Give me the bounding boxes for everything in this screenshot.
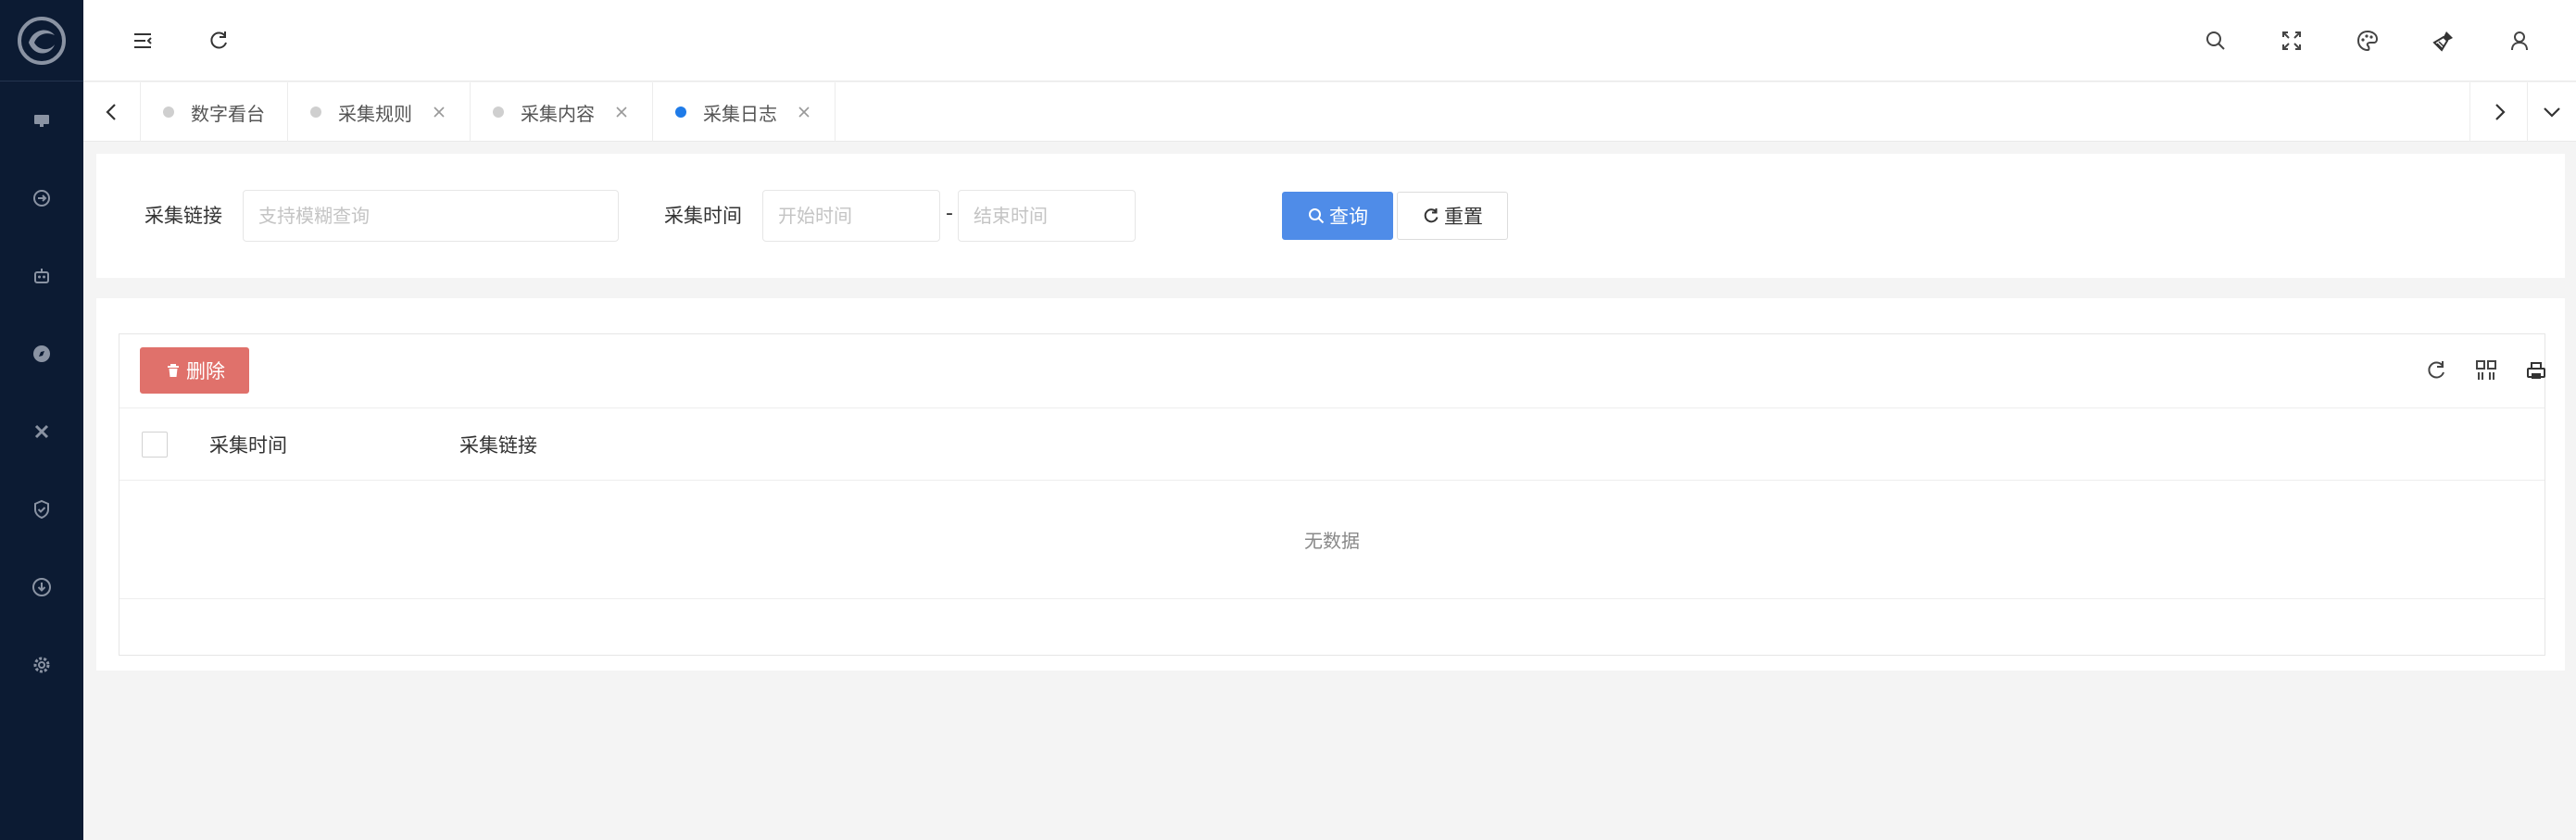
brush-icon [2432,31,2453,52]
chevron-left-icon [105,104,116,120]
tab-list: 数字看台 采集规则 采集内容 采集日志 [141,82,836,142]
compass-icon [33,345,50,362]
top-header [83,0,2576,81]
robot-icon [34,269,49,283]
tab-scroll-left-button[interactable] [83,82,141,142]
logo-icon [18,16,66,65]
table-toolbar: 删除 [119,334,2545,408]
empty-state: 无数据 [119,481,2545,599]
user-button[interactable] [2499,20,2540,61]
table-panel: 删除 采集时间 采集链接 无数据 [96,298,2565,671]
shield-check-icon [34,499,49,520]
tab-scroll-right-button[interactable] [2469,82,2527,142]
theme-button[interactable] [2347,20,2388,61]
palette-icon [2356,30,2379,52]
tab-label: 采集日志 [703,102,777,125]
menu-fold-button[interactable] [122,20,163,61]
query-button-label: 查询 [1329,206,1368,228]
sidebar [0,0,83,840]
chevron-down-icon [2544,107,2560,118]
tab-close-button[interactable] [431,104,447,120]
fullscreen-icon [2282,31,2301,50]
tab-options-dropdown[interactable] [2527,82,2576,142]
reset-button[interactable]: 重置 [1397,192,1508,240]
tab-collect-content[interactable]: 采集内容 [471,82,653,142]
link-label: 采集链接 [145,205,222,227]
sidebar-item-robot[interactable] [0,237,83,315]
tab-label: 采集内容 [521,102,595,125]
close-icon [798,107,810,118]
trash-icon [168,364,179,377]
tools-icon [34,424,49,439]
user-icon [2511,31,2528,51]
logo[interactable] [0,0,83,81]
sidebar-item-tools[interactable] [0,393,83,470]
tab-close-button[interactable] [796,104,812,120]
refresh-button[interactable] [198,20,239,61]
column-header-time: 采集时间 [209,434,287,457]
column-header-link: 采集链接 [459,434,537,457]
fullscreen-button[interactable] [2271,20,2312,61]
link-icon [33,190,50,207]
header-search-button[interactable] [2195,20,2236,61]
refresh-icon [1424,208,1439,223]
download-icon [32,578,51,596]
tab-collect-rules[interactable]: 采集规则 [288,82,471,142]
link-search-input[interactable] [243,190,619,242]
search-icon [2206,31,2225,50]
tab-status-dot [675,107,686,118]
clear-cache-button[interactable] [2423,20,2464,61]
end-time-input[interactable] [958,190,1136,242]
tab-status-dot [163,107,174,118]
tab-close-button[interactable] [613,104,630,120]
sidebar-item-settings[interactable] [0,626,83,704]
reset-button-label: 重置 [1444,206,1483,228]
date-range-separator: - [946,202,953,225]
refresh-icon [210,31,227,49]
sidebar-item-download[interactable] [0,548,83,626]
table-columns-button[interactable] [2469,353,2504,388]
empty-text: 无数据 [1304,530,1360,552]
delete-button-label: 删除 [186,360,225,382]
tab-status-dot [493,107,504,118]
table-print-button[interactable] [2519,353,2554,388]
refresh-icon [2428,361,2444,379]
chevron-right-icon [2494,104,2506,120]
tab-dashboard[interactable]: 数字看台 [141,82,288,142]
search-icon [1309,208,1325,224]
tab-label: 采集规则 [338,102,412,125]
tab-label: 数字看台 [191,102,265,125]
query-button[interactable]: 查询 [1282,192,1393,240]
table-header: 采集时间 采集链接 [119,408,2545,481]
tab-status-dot [310,107,321,118]
sidebar-item-compass[interactable] [0,315,83,393]
table-refresh-button[interactable] [2419,353,2454,388]
gear-icon [33,657,50,673]
start-time-input[interactable] [762,190,940,242]
sidebar-item-security[interactable] [0,470,83,548]
tab-bar: 数字看台 采集规则 采集内容 采集日志 [83,82,2576,142]
print-icon [2527,362,2545,379]
close-icon [434,107,445,118]
tab-collect-log[interactable]: 采集日志 [653,82,836,142]
columns-icon [2476,360,2496,380]
select-all-checkbox[interactable] [142,432,168,458]
menu-fold-icon [134,33,152,48]
sidebar-item-monitor[interactable] [0,81,83,159]
sidebar-item-link[interactable] [0,159,83,237]
data-table: 删除 采集时间 采集链接 无数据 [119,333,2545,656]
search-form: 采集链接 采集时间 - 查询 重置 [96,154,2565,278]
delete-button[interactable]: 删除 [140,347,249,394]
time-label: 采集时间 [664,205,742,227]
monitor-icon [34,115,49,127]
close-icon [616,107,627,118]
